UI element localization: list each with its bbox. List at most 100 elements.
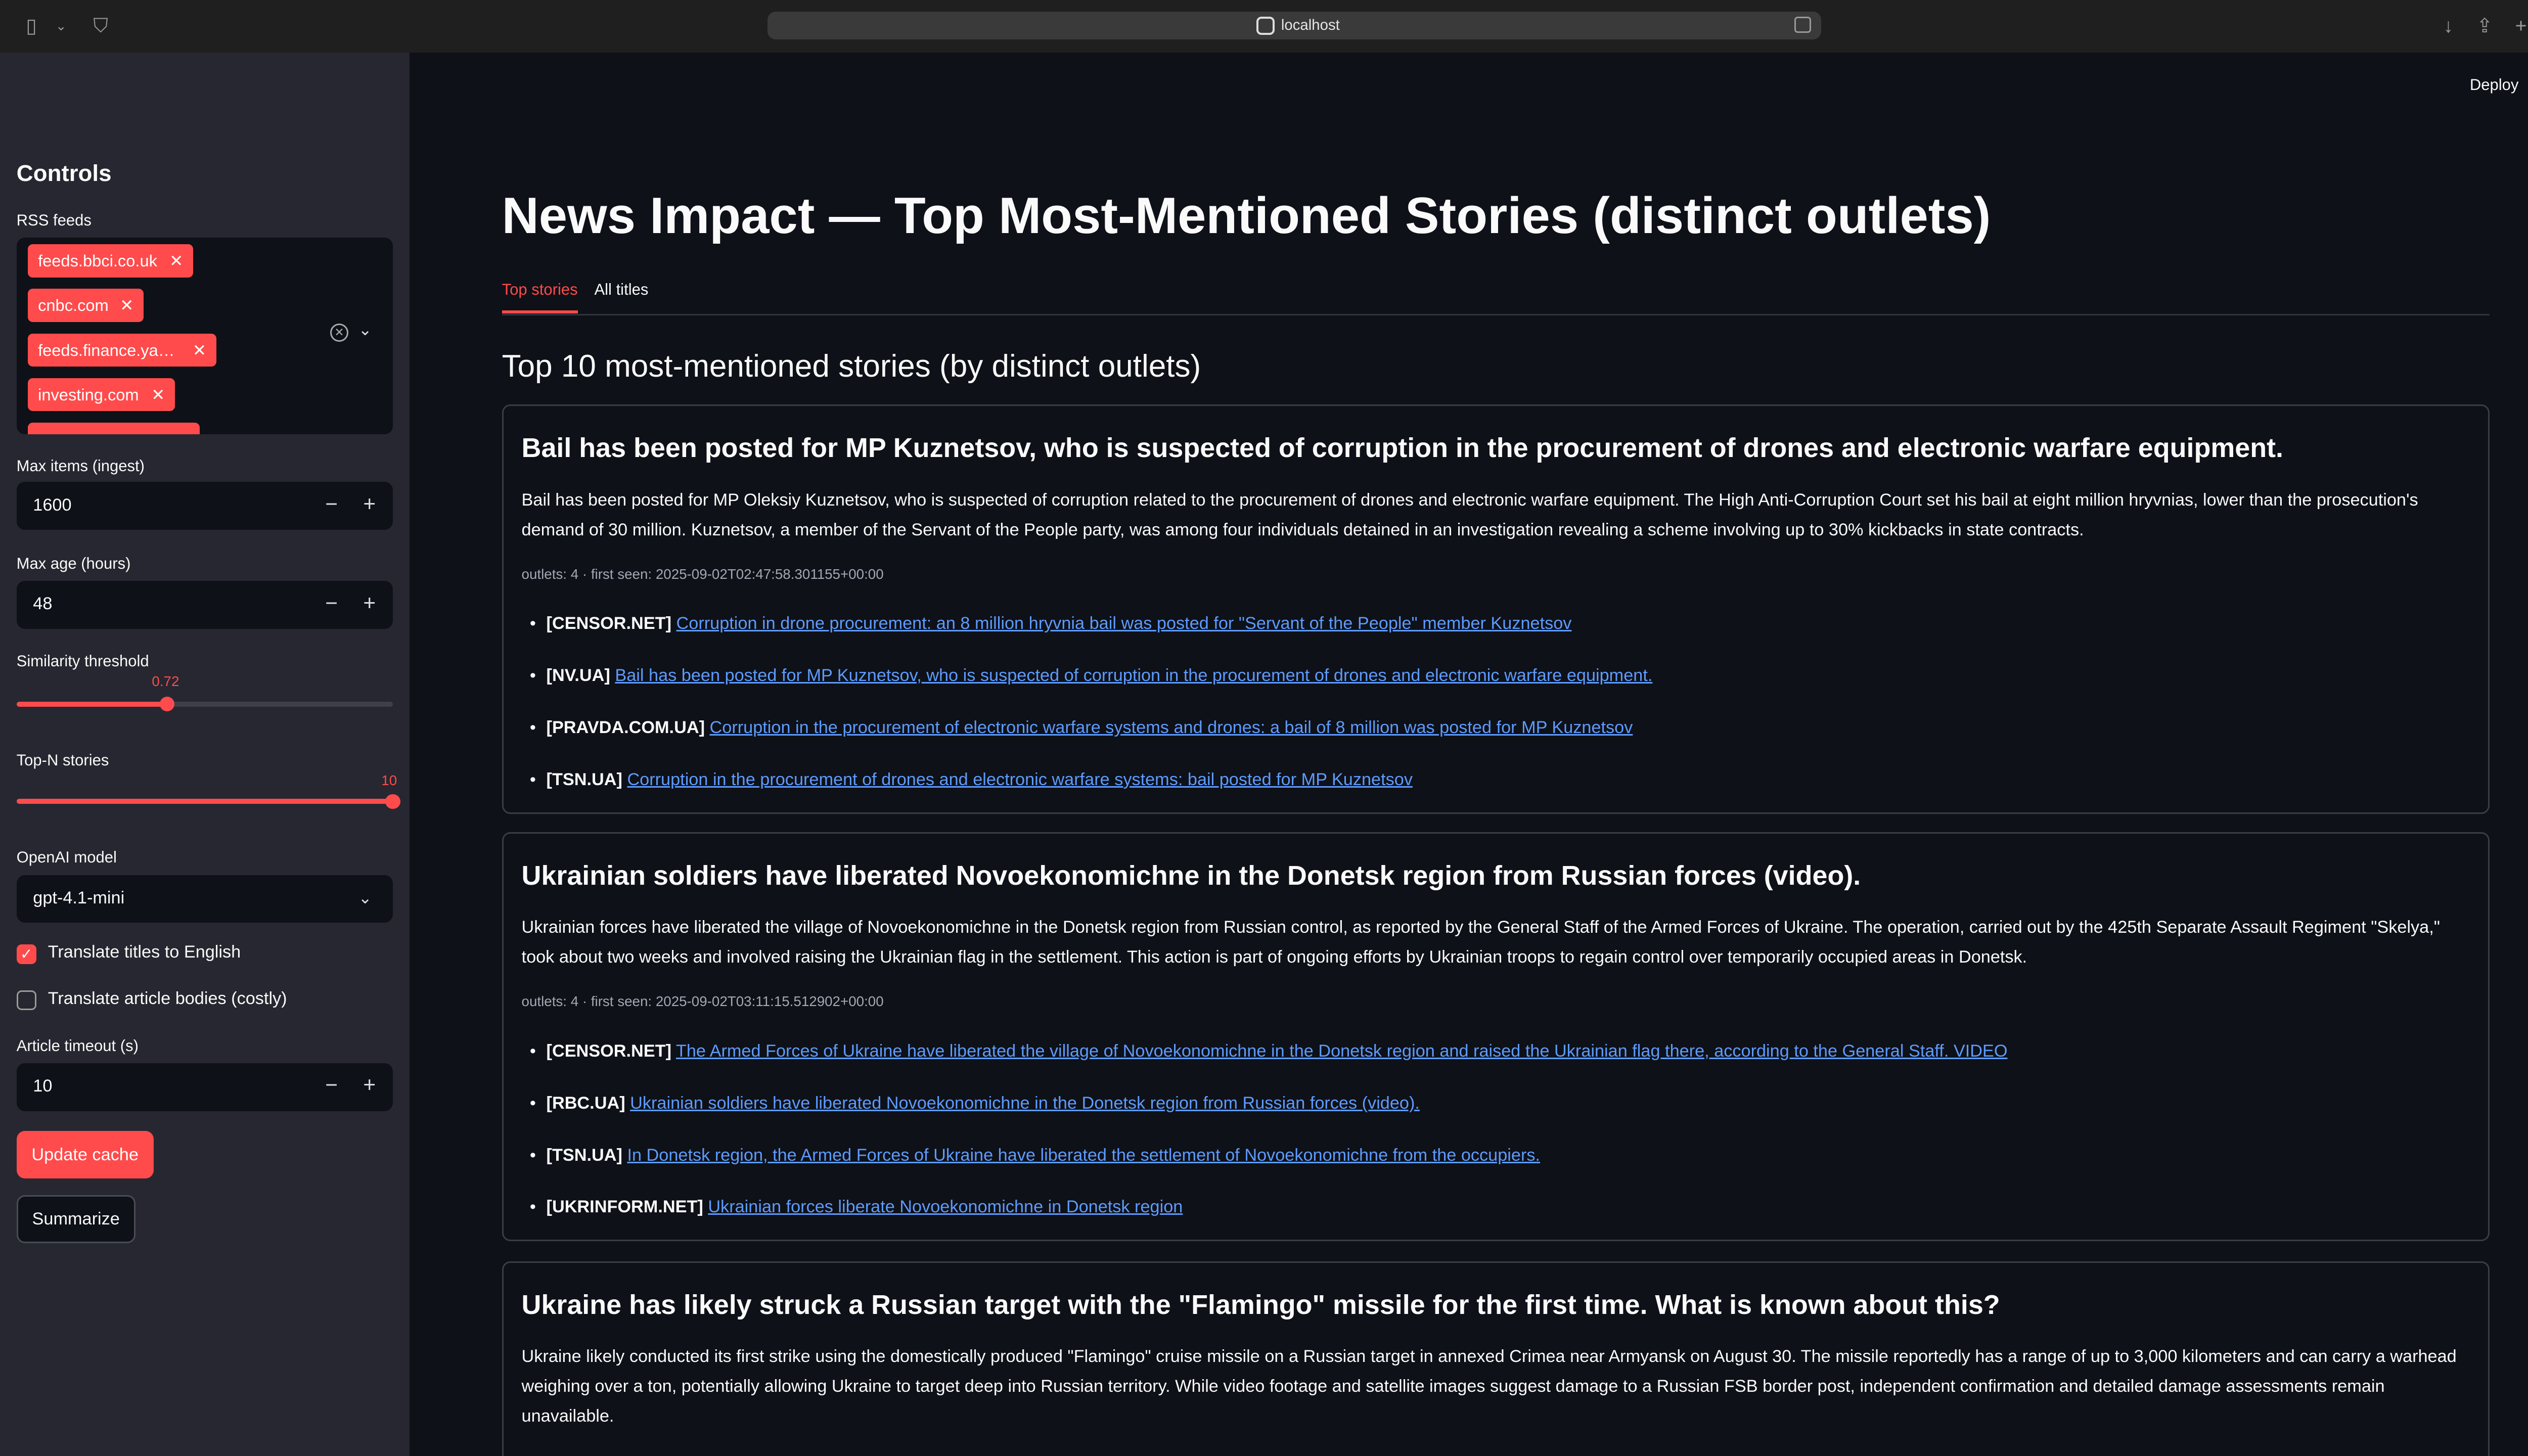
decrement-button[interactable]: − xyxy=(325,492,338,516)
slider-thumb[interactable] xyxy=(385,794,400,809)
source-label: [UKRINFORM.NET] xyxy=(546,1197,703,1217)
slider-fill xyxy=(16,799,393,804)
section-heading: Top 10 most-mentioned stories (by distin… xyxy=(502,348,1201,384)
increment-button[interactable]: + xyxy=(363,1073,376,1097)
max-age-value: 48 xyxy=(33,594,53,614)
feed-tag[interactable]: … xyxy=(28,422,200,434)
translate-bodies-label[interactable]: Translate article bodies (costly) xyxy=(48,989,287,1009)
feed-tag-label: … xyxy=(38,430,55,434)
article-link[interactable]: In Donetsk region, the Armed Forces of U… xyxy=(627,1146,1540,1165)
slider-thumb[interactable] xyxy=(159,696,175,712)
remove-tag-icon[interactable]: ✕ xyxy=(193,334,206,367)
model-select[interactable]: gpt-4.1-mini ⌄ xyxy=(16,875,393,923)
list-item: [RBC.UA] Ukrainian soldiers have liberat… xyxy=(530,1092,2008,1144)
address-bar[interactable]: localhost xyxy=(768,11,1821,40)
story-card: Ukraine has likely struck a Russian targ… xyxy=(502,1261,2490,1456)
topn-label: Top-N stories xyxy=(16,751,109,769)
remove-tag-icon[interactable]: ✕ xyxy=(151,378,165,411)
list-item: [UKRINFORM.NET] Ukrainian forces liberat… xyxy=(530,1196,2008,1248)
download-icon[interactable]: ↓ xyxy=(2437,15,2460,38)
remove-tag-icon[interactable]: ✕ xyxy=(120,289,133,322)
list-item: [TSN.UA] In Donetsk region, the Armed Fo… xyxy=(530,1144,2008,1196)
tab-bar: Top stories All titles xyxy=(502,281,2490,315)
shield-icon[interactable]: ⛉ xyxy=(89,15,112,38)
feed-tag[interactable]: investing.com ✕ xyxy=(28,378,175,412)
rss-feeds-multiselect[interactable]: feeds.bbci.co.uk ✕ cnbc.com ✕ feeds.financ… xyxy=(16,238,393,434)
chevron-down-icon[interactable]: ⌄ xyxy=(358,320,372,339)
topn-slider[interactable] xyxy=(16,794,400,809)
decrement-button[interactable]: − xyxy=(325,1073,338,1097)
chevron-down-icon[interactable]: ⌄ xyxy=(50,15,73,38)
story-summary: Ukraine likely conducted its first strik… xyxy=(521,1347,2457,1426)
story-title: Ukrainian soldiers have liberated Novoek… xyxy=(521,860,1861,891)
article-link[interactable]: Corruption in the procurement of electro… xyxy=(710,718,1633,737)
source-label: [TSN.UA] xyxy=(546,769,622,789)
feed-tag-label: investing.com xyxy=(38,385,139,404)
increment-button[interactable]: + xyxy=(363,492,376,516)
feed-tag-label: cnbc.com xyxy=(38,296,109,315)
source-label: [CENSOR.NET] xyxy=(546,614,672,633)
max-items-input[interactable]: 1600 − + xyxy=(16,482,393,530)
new-tab-icon[interactable]: + xyxy=(2509,15,2528,38)
story-card: Bail has been posted for MP Kuznetsov, w… xyxy=(502,404,2490,814)
story-summary: Bail has been posted for MP Oleksiy Kuzn… xyxy=(521,490,2418,539)
model-label: OpenAI model xyxy=(16,848,117,867)
similarity-label: Similarity threshold xyxy=(16,652,149,670)
list-item: [PRAVDA.COM.UA] Corruption in the procur… xyxy=(530,716,1653,768)
article-link[interactable]: Corruption in drone procurement: an 8 mi… xyxy=(676,614,1572,633)
summarize-button[interactable]: Summarize xyxy=(16,1195,136,1243)
clear-icon[interactable]: ✕ xyxy=(330,323,348,342)
translate-titles-checkbox[interactable]: ✓ xyxy=(16,944,36,964)
list-item: [TSN.UA] Corruption in the procurement o… xyxy=(530,768,1653,821)
tab-all-titles[interactable]: All titles xyxy=(594,281,648,313)
chevron-down-icon: ⌄ xyxy=(358,888,372,907)
article-link[interactable]: Corruption in the procurement of drones … xyxy=(627,770,1413,789)
source-label: [NV.UA] xyxy=(546,665,610,685)
story-links: [CENSOR.NET] Corruption in drone procure… xyxy=(530,612,1653,821)
story-links: [CENSOR.NET] The Armed Forces of Ukraine… xyxy=(530,1040,2008,1248)
max-age-input[interactable]: 48 − + xyxy=(16,581,393,629)
source-label: [RBC.UA] xyxy=(546,1093,625,1113)
translate-titles-label[interactable]: Translate titles to English xyxy=(48,942,241,962)
rss-feeds-label: RSS feeds xyxy=(16,211,92,229)
article-link[interactable]: The Armed Forces of Ukraine have liberat… xyxy=(676,1041,2008,1061)
article-link[interactable]: Bail has been posted for MP Kuznetsov, w… xyxy=(615,666,1652,685)
sidebar-toggle-icon[interactable]: ▯ xyxy=(20,15,43,38)
deploy-button[interactable]: Deploy xyxy=(2470,76,2519,94)
feed-tag[interactable]: feeds.bbci.co.uk ✕ xyxy=(28,244,193,278)
sidebar: Controls RSS feeds feeds.bbci.co.uk ✕ cnb… xyxy=(0,53,410,1456)
remove-tag-icon[interactable]: ✕ xyxy=(169,244,183,277)
article-link[interactable]: Ukrainian forces liberate Novoekonomichn… xyxy=(708,1197,1183,1216)
list-item: [CENSOR.NET] Corruption in drone procure… xyxy=(530,612,1653,664)
source-label: [CENSOR.NET] xyxy=(546,1041,672,1061)
similarity-value: 0.72 xyxy=(152,673,179,690)
story-title: Bail has been posted for MP Kuznetsov, w… xyxy=(521,433,2283,464)
update-cache-button[interactable]: Update cache xyxy=(16,1130,154,1179)
increment-button[interactable]: + xyxy=(363,591,376,615)
reader-icon[interactable] xyxy=(1794,16,1812,33)
story-summary: Ukrainian forces have liberated the vill… xyxy=(521,918,2440,967)
translate-bodies-checkbox[interactable] xyxy=(16,990,36,1011)
decrement-button[interactable]: − xyxy=(325,591,338,615)
article-link[interactable]: Ukrainian soldiers have liberated Novoek… xyxy=(630,1094,1420,1113)
site-icon xyxy=(1256,16,1275,35)
timeout-input[interactable]: 10 − + xyxy=(16,1063,393,1111)
list-item: [CENSOR.NET] The Armed Forces of Ukraine… xyxy=(530,1040,2008,1092)
story-meta: outlets: 4 · first seen: 2025-09-02T02:4… xyxy=(521,566,884,582)
slider-fill xyxy=(16,701,167,707)
share-icon[interactable]: ⇪ xyxy=(2473,15,2496,38)
timeout-value: 10 xyxy=(33,1076,53,1096)
max-items-value: 1600 xyxy=(33,495,72,515)
story-card: Ukrainian soldiers have liberated Novoek… xyxy=(502,832,2490,1242)
feed-tag-label: feeds.finance.ya… xyxy=(38,340,175,359)
feed-tag[interactable]: feeds.finance.ya… ✕ xyxy=(28,333,216,367)
url-text: localhost xyxy=(1281,17,1340,34)
story-meta: outlets: 4 · first seen: 2025-09-02T03:1… xyxy=(521,993,884,1010)
feed-tag[interactable]: cnbc.com ✕ xyxy=(28,289,144,322)
list-item: [NV.UA] Bail has been posted for MP Kuzn… xyxy=(530,664,1653,716)
page-title: News Impact — Top Most-Mentioned Stories… xyxy=(502,187,1991,244)
tab-top-stories[interactable]: Top stories xyxy=(502,281,578,314)
similarity-slider[interactable] xyxy=(16,696,393,712)
source-label: [PRAVDA.COM.UA] xyxy=(546,717,705,737)
sidebar-title: Controls xyxy=(16,160,112,186)
